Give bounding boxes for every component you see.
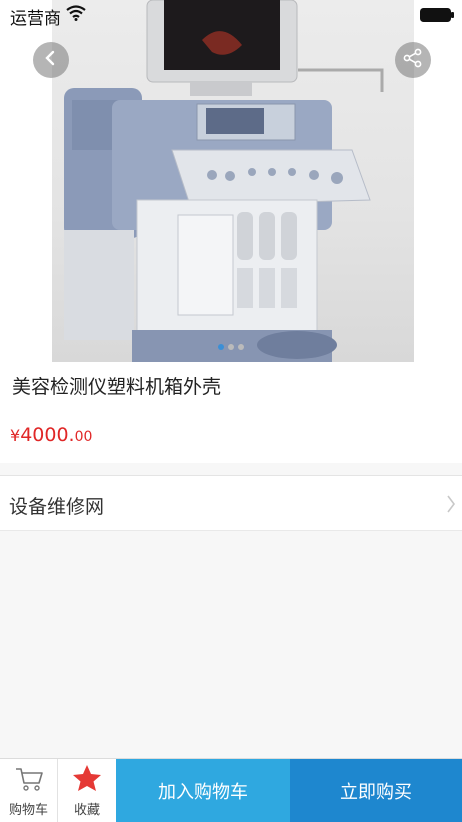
share-button[interactable] bbox=[395, 42, 431, 78]
price-decimal: 00 bbox=[74, 429, 93, 445]
cart-icon bbox=[14, 766, 44, 796]
favorite-tab[interactable]: 收藏 bbox=[58, 759, 116, 822]
carrier-label: 运营商 bbox=[10, 9, 61, 29]
carousel-indicator bbox=[218, 344, 244, 350]
status-bar: 运营商 bbox=[0, 0, 462, 29]
share-icon bbox=[403, 48, 423, 72]
store-name: 设备维修网 bbox=[9, 496, 105, 518]
price-symbol: ¥ bbox=[10, 426, 21, 445]
price-integer: 4000. bbox=[20, 424, 75, 446]
product-title: 美容检测仪塑料机箱外壳 bbox=[12, 376, 222, 398]
product-info: 美容检测仪塑料机箱外壳 ¥4000.00 bbox=[0, 362, 462, 463]
product-price: ¥4000.00 bbox=[10, 424, 92, 446]
cart-tab[interactable]: 购物车 bbox=[0, 759, 58, 822]
carousel-dot bbox=[238, 344, 244, 350]
back-button[interactable] bbox=[33, 42, 69, 78]
store-row[interactable]: 设备维修网 bbox=[0, 475, 462, 531]
carousel-dot-active bbox=[218, 344, 224, 350]
battery-icon bbox=[420, 7, 454, 22]
wifi-icon bbox=[66, 5, 86, 25]
carousel-dot bbox=[228, 344, 234, 350]
star-icon bbox=[72, 764, 102, 796]
product-image-carousel[interactable]: 运营商 bbox=[0, 0, 462, 362]
chevron-left-icon bbox=[44, 50, 58, 70]
add-to-cart-button[interactable]: 加入购物车 bbox=[116, 759, 290, 822]
buy-now-button[interactable]: 立即购买 bbox=[290, 759, 462, 822]
bottom-action-bar: 购物车 收藏 加入购物车 立即购买 bbox=[0, 758, 462, 822]
product-image bbox=[52, 0, 414, 362]
chevron-right-icon bbox=[446, 494, 456, 518]
favorite-tab-label: 收藏 bbox=[73, 803, 100, 818]
cart-tab-label: 购物车 bbox=[8, 803, 48, 818]
